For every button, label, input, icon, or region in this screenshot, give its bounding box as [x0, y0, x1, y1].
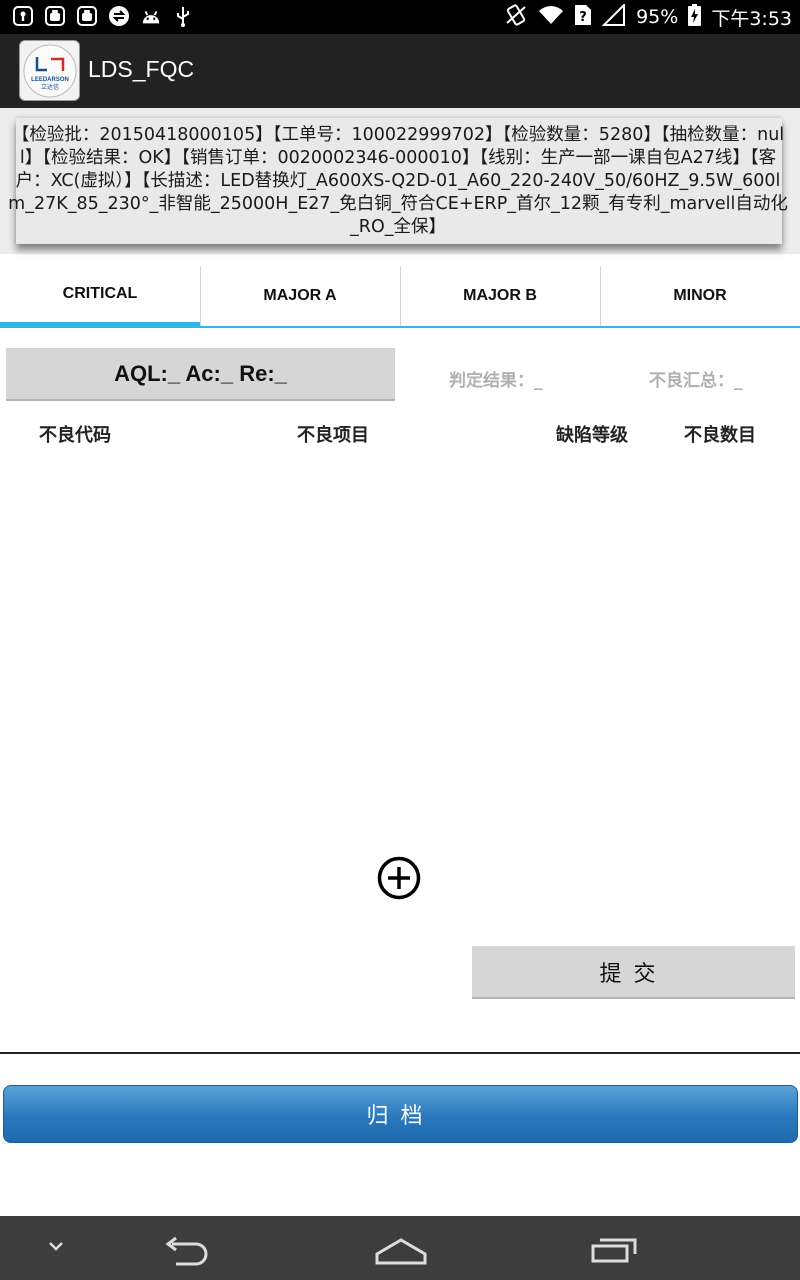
logo-subtext: 立达信 [40, 83, 58, 91]
inspection-info-card: 【检验批：20150418000105】【工单号：100022999702】【检… [8, 118, 788, 244]
judge-result-label: 判定结果：_ [449, 371, 543, 391]
clock: 下午3:53 [711, 7, 792, 30]
chevron-down-icon[interactable] [44, 1238, 68, 1258]
android-icon [140, 5, 162, 27]
column-header-defect-level: 缺陷等级 [556, 425, 628, 446]
severity-tabs: CRITICAL MAJOR A MAJOR B MINOR [0, 266, 800, 328]
navigation-bar [0, 1216, 800, 1280]
submit-button[interactable]: 提交 [472, 946, 795, 999]
sim-missing-icon: ? [574, 4, 592, 31]
app-title: LDS_FQC [88, 56, 195, 82]
column-header-defect-item: 不良项目 [297, 425, 369, 446]
lock-icon [12, 5, 34, 27]
archive-button[interactable]: 归档 [3, 1085, 798, 1143]
status-bar: ? 95% 下午3:53 [0, 0, 800, 34]
defect-summary-label: 不良汇总：_ [649, 371, 743, 391]
app-logo-icon[interactable]: LEEDARSON 立达信 [19, 40, 80, 101]
android-icon [44, 5, 66, 27]
battery-charging-icon [688, 3, 702, 31]
sync-icon [108, 5, 130, 27]
divider [0, 1052, 800, 1054]
wifi-icon [538, 5, 564, 30]
aql-button[interactable]: AQL:_ Ac:_ Re:_ [6, 348, 395, 401]
system-status: ? 95% 下午3:53 [504, 0, 792, 34]
home-icon[interactable] [374, 1236, 428, 1270]
usb-icon [172, 5, 194, 27]
add-circle-icon[interactable] [377, 856, 421, 900]
signal-icon [601, 2, 626, 31]
tab-minor[interactable]: MINOR [600, 266, 800, 328]
notification-icons [12, 5, 194, 27]
tab-major-b[interactable]: MAJOR B [400, 266, 600, 328]
logo-wordmark: LEEDARSON [31, 77, 69, 83]
column-header-defect-count: 不良数目 [684, 425, 756, 446]
inspection-info-text: 【检验批：20150418000105】【工单号：100022999702】【检… [8, 125, 788, 237]
recents-icon[interactable] [590, 1234, 640, 1268]
android-icon [76, 5, 98, 27]
tab-major-a[interactable]: MAJOR A [200, 266, 400, 328]
svg-text:?: ? [579, 10, 587, 25]
vibrate-icon [504, 3, 528, 32]
back-icon[interactable] [162, 1236, 210, 1270]
column-header-defect-code: 不良代码 [39, 425, 111, 446]
tab-critical[interactable]: CRITICAL [0, 266, 200, 328]
info-panel: 【检验批：20150418000105】【工单号：100022999702】【检… [0, 108, 800, 254]
action-bar: LEEDARSON 立达信 LDS_FQC [0, 34, 800, 108]
battery-percent: 95% [636, 6, 679, 28]
